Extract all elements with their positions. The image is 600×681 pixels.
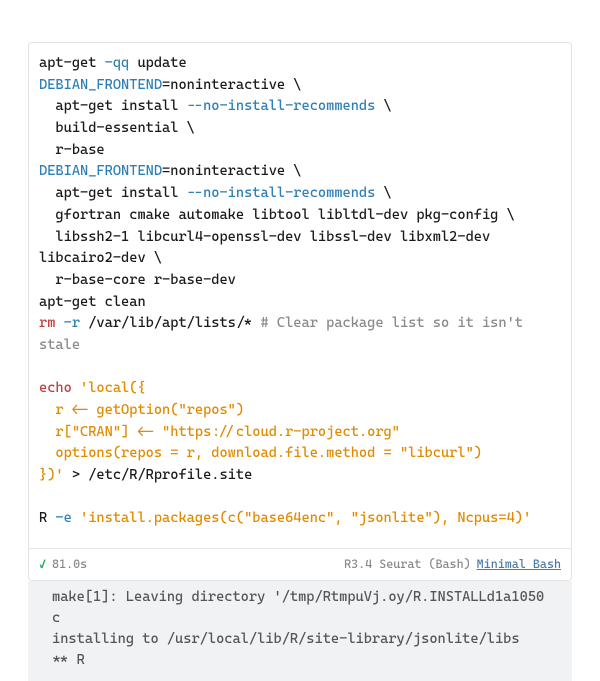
code-token: apt-get install <box>39 185 187 201</box>
code-token: r["CRAN"] <- "https://cloud.r-project.or… <box>39 424 400 440</box>
code-token <box>72 510 80 526</box>
code-token: apt-get <box>39 55 105 71</box>
code-token: apt-get clean <box>39 294 146 310</box>
code-token: =noninteractive \ <box>162 77 301 93</box>
code-token: apt-get install <box>39 98 187 114</box>
code-token: /var/lib/apt/lists/* <box>80 315 260 331</box>
code-token: options(repos = r, download.file.method … <box>39 445 482 461</box>
code-content[interactable]: apt-get -qq update DEBIAN_FRONTEND=nonin… <box>29 43 571 548</box>
code-token: echo <box>39 380 72 396</box>
status-left: ✓ 81.0s <box>39 555 87 574</box>
code-token: r-base <box>39 142 105 158</box>
kernel-label: R3.4 Seurat (Bash) <box>344 555 471 574</box>
code-token: -qq <box>105 55 130 71</box>
status-bar: ✓ 81.0s R3.4 Seurat (Bash) Minimal Bash <box>29 548 571 580</box>
code-token: > /etc/R/Rprofile.site <box>64 467 253 483</box>
code-token: --no-install-recommends <box>187 98 376 114</box>
code-token: rm <box>39 315 55 331</box>
code-token: 'install.packages(c("base64enc", "jsonli… <box>80 510 531 526</box>
code-token: \ <box>375 98 391 114</box>
exec-time: 81.0s <box>52 555 87 574</box>
code-token: R <box>39 510 55 526</box>
code-token: -r <box>64 315 80 331</box>
code-token: =noninteractive \ <box>162 163 301 179</box>
kernel-tag[interactable]: Minimal Bash <box>477 555 561 574</box>
code-token: update <box>129 55 186 71</box>
code-token: DEBIAN_FRONTEND <box>39 77 162 93</box>
output-line: ** R <box>52 650 548 671</box>
code-cell: apt-get -qq update DEBIAN_FRONTEND=nonin… <box>28 42 572 581</box>
code-token: r <- getOption("repos") <box>39 402 244 418</box>
status-right: R3.4 Seurat (Bash) Minimal Bash <box>344 555 561 574</box>
code-token: r-base-core r-base-dev <box>39 272 236 288</box>
code-token: gfortran cmake automake libtool libltdl-… <box>39 207 515 223</box>
code-token <box>55 315 63 331</box>
code-token: -e <box>55 510 71 526</box>
check-icon: ✓ <box>39 555 46 574</box>
code-token: DEBIAN_FRONTEND <box>39 163 162 179</box>
code-token: --no-install-recommends <box>187 185 376 201</box>
output-line: make[1]: Leaving directory '/tmp/RtmpuVj… <box>52 587 548 629</box>
code-token: \ <box>375 185 391 201</box>
code-token: libssh2-1 libcurl4-openssl-dev libssl-de… <box>39 229 498 267</box>
code-token: build-essential \ <box>39 120 195 136</box>
code-token: })' <box>39 467 64 483</box>
code-token <box>72 380 80 396</box>
output-line: installing to /usr/local/lib/R/site-libr… <box>52 629 548 650</box>
output-block: make[1]: Leaving directory '/tmp/RtmpuVj… <box>28 581 572 681</box>
code-token: 'local({ <box>80 380 146 396</box>
